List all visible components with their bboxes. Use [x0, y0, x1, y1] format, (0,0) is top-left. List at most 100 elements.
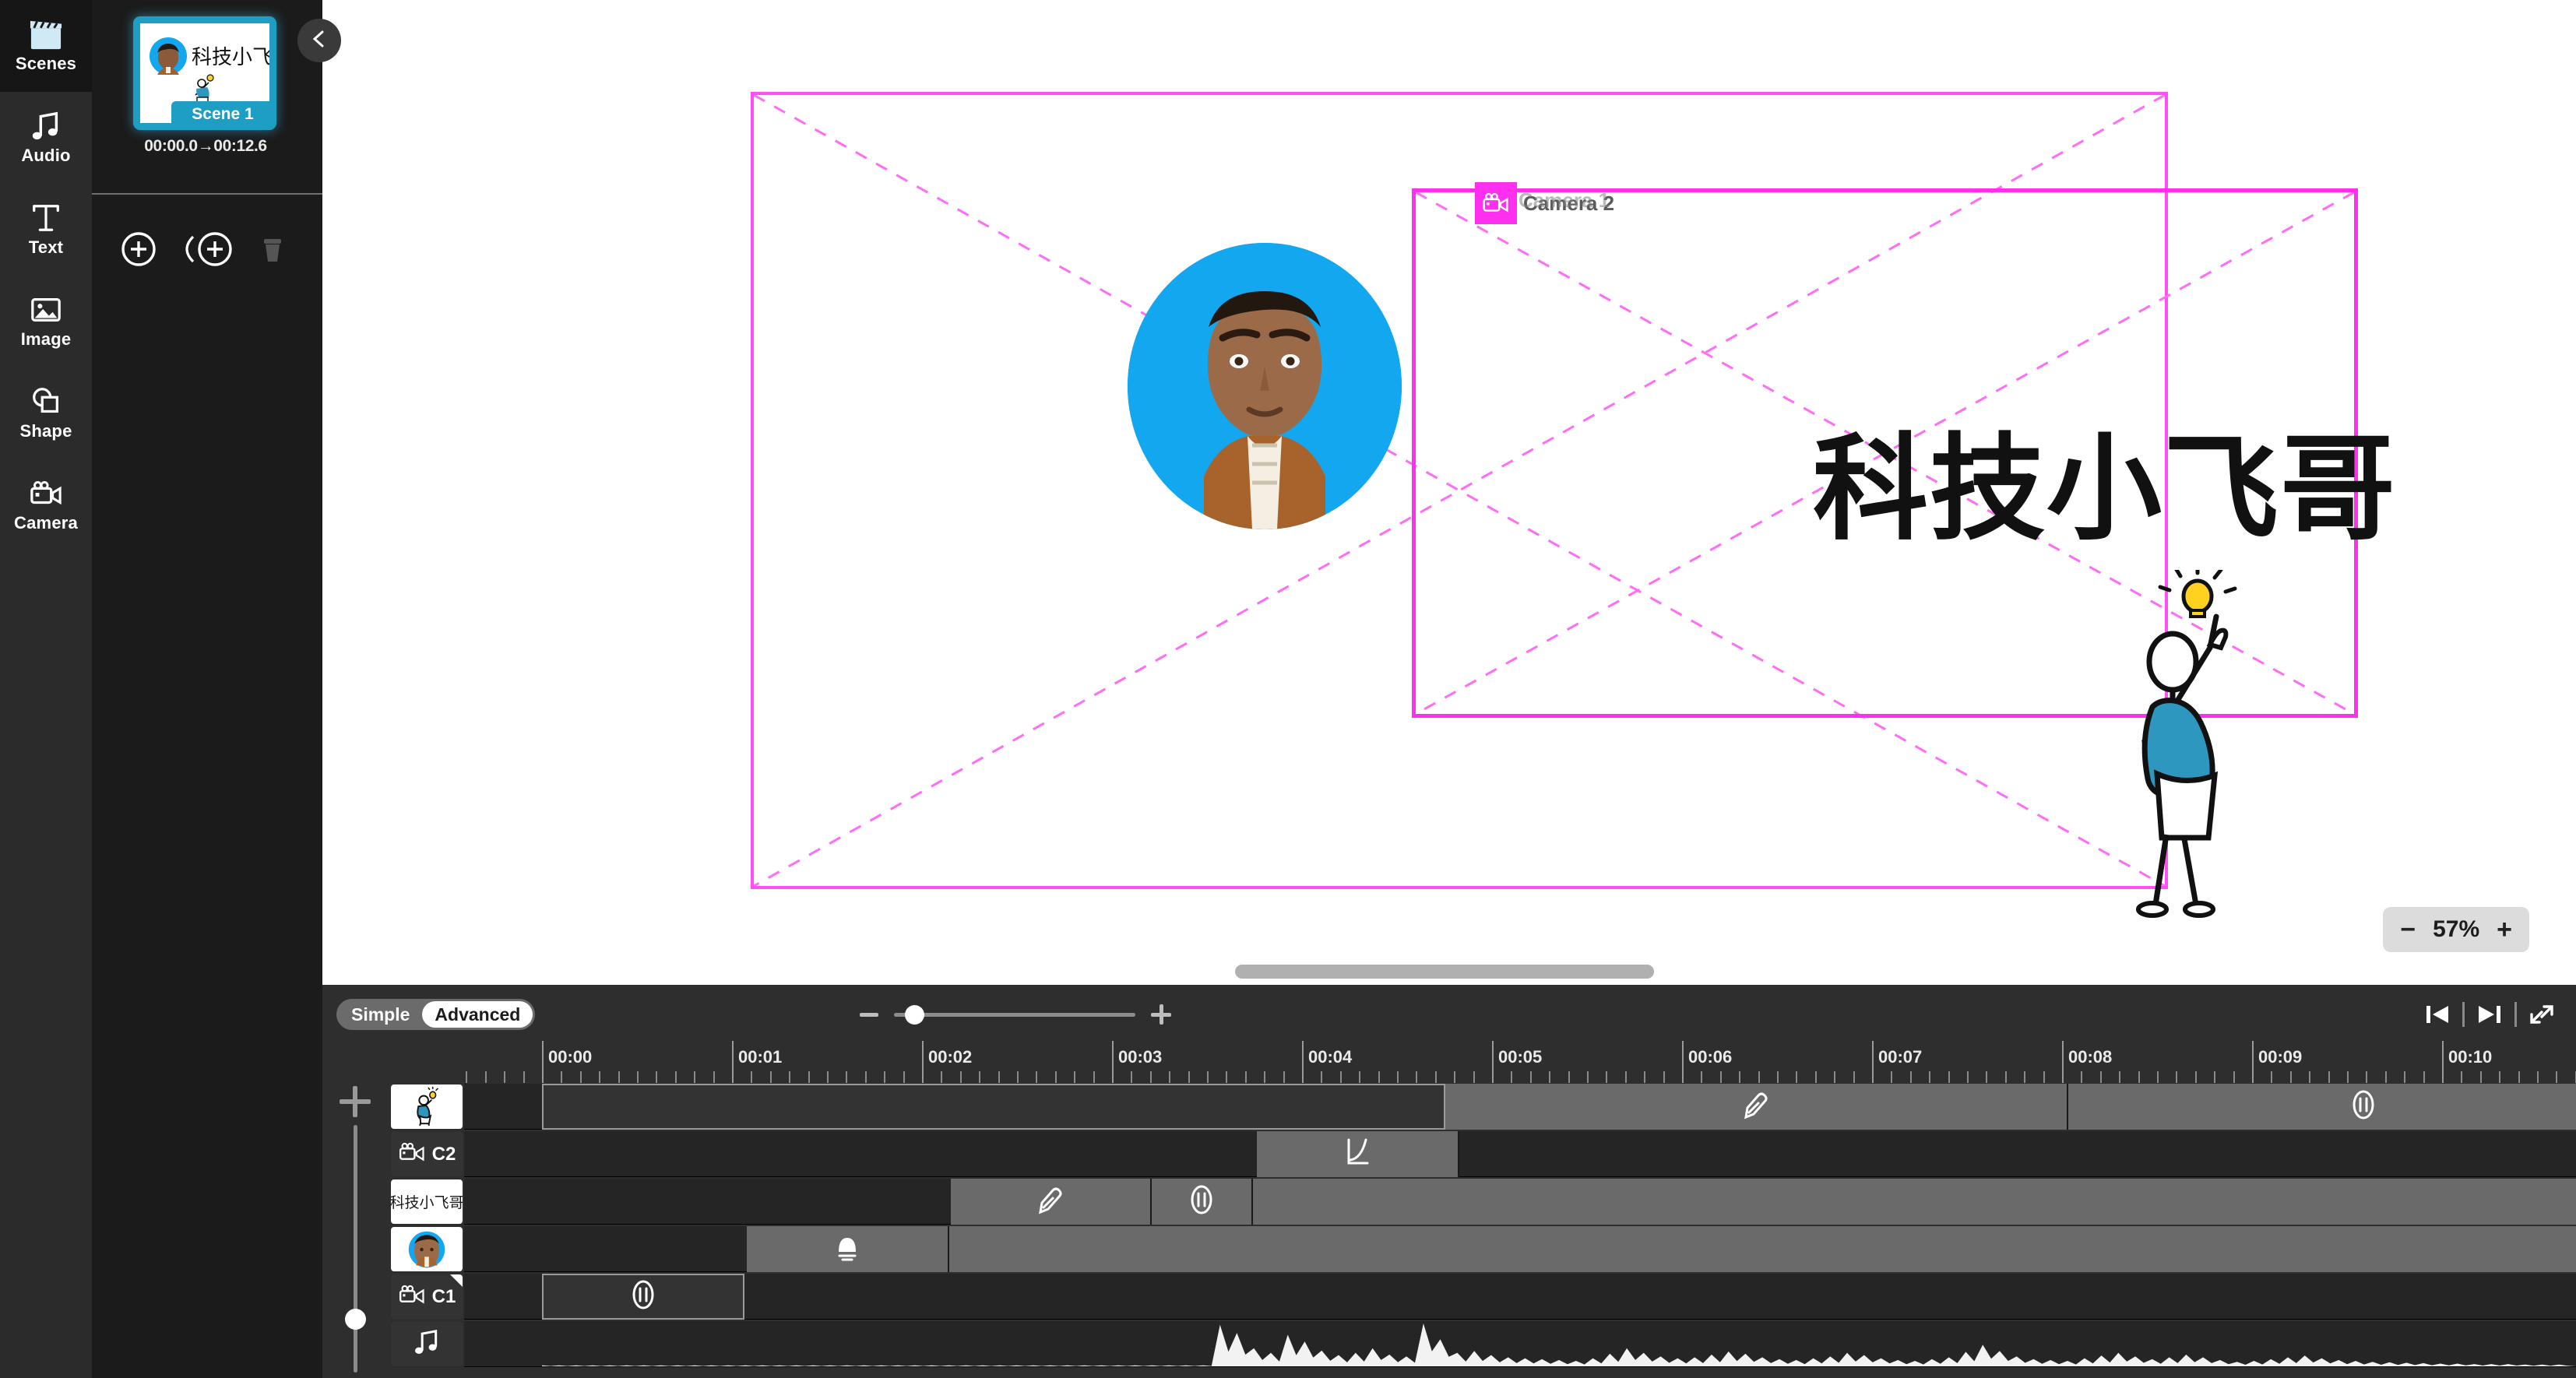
track-text-title-lane[interactable]	[464, 1179, 2576, 1225]
ruler-major-tick	[1112, 1041, 1114, 1083]
scene-card[interactable]: 科技小飞哥 Scene 1	[135, 19, 274, 128]
skip-to-start-button[interactable]	[2420, 999, 2455, 1030]
timeline-clip[interactable]	[951, 1179, 1152, 1225]
audio-waveform[interactable]	[464, 1321, 2576, 1366]
canvas-stage[interactable]: Camera 1 Camera 2 科技小飞哥 − 57% +	[322, 0, 2576, 985]
canvas-scrollbar-thumb[interactable]	[1235, 965, 1654, 979]
video-editor-window: Scenes Audio Text Image Shape Camera 科技小…	[0, 0, 2576, 1378]
rail-item-label: Camera	[14, 513, 78, 533]
track-avatar-image-lane[interactable]	[464, 1226, 2576, 1272]
ruler-minor-tick	[2081, 1071, 2083, 1083]
rail-item-audio[interactable]: Audio	[0, 92, 92, 184]
timeline-zoom-track[interactable]	[894, 1004, 1135, 1025]
canvas-zoom-control[interactable]: − 57% +	[2383, 907, 2529, 952]
pause-icon	[1188, 1184, 1215, 1219]
camera-2-label-tag[interactable]: Camera 1 Camera 2	[1475, 182, 1614, 224]
page-title[interactable]: 科技小飞哥	[1813, 395, 2397, 562]
timeline-clip[interactable]	[542, 1274, 744, 1320]
ruler-major-tick	[922, 1041, 924, 1083]
track-camera-c2-lane[interactable]	[464, 1131, 2576, 1177]
ruler-major-tick	[1492, 1041, 1494, 1083]
chevron-left-icon	[308, 28, 330, 54]
track-stick-figure-header[interactable]	[391, 1084, 463, 1129]
timeline-clip[interactable]	[747, 1226, 949, 1272]
track-camera-c1-lane[interactable]	[464, 1274, 2576, 1320]
ruler-tick-label: 00:00	[548, 1047, 593, 1067]
ruler-minor-tick	[579, 1071, 582, 1083]
track-avatar-image-header[interactable]	[391, 1227, 463, 1271]
timeline-zoom-thumb[interactable]	[905, 1004, 924, 1025]
ruler-minor-tick	[2157, 1071, 2159, 1083]
ruler-minor-tick	[1909, 1071, 1912, 1083]
ruler-major-tick	[542, 1041, 544, 1083]
video-camera-icon	[28, 477, 64, 510]
expand-timeline-button[interactable]	[2525, 999, 2559, 1030]
ruler-minor-tick	[979, 1071, 981, 1083]
duplicate-scene-button[interactable]	[184, 227, 232, 271]
track-audio-header[interactable]	[391, 1322, 463, 1366]
skip-to-end-button[interactable]	[2472, 999, 2507, 1030]
add-scene-button[interactable]	[117, 227, 160, 271]
rail-item-image[interactable]: Image	[0, 276, 92, 367]
ruler-minor-tick	[2499, 1071, 2501, 1083]
ruler-minor-tick	[2347, 1071, 2349, 1083]
timeline-clip[interactable]	[1445, 1084, 2068, 1130]
music-note-icon	[28, 110, 64, 142]
stick-figure-idea[interactable]	[2109, 561, 2311, 920]
ruler-minor-tick	[1967, 1071, 1969, 1083]
ruler-minor-tick	[1131, 1071, 1133, 1083]
timeline-zoom-in-button[interactable]	[1151, 1004, 1171, 1025]
ruler-minor-tick	[1624, 1071, 1627, 1083]
ruler-minor-tick	[2194, 1071, 2197, 1083]
ruler-minor-tick	[523, 1071, 525, 1083]
ruler-minor-tick	[2384, 1071, 2387, 1083]
timeline-clip[interactable]	[1257, 1131, 1459, 1177]
rail-item-label: Text	[28, 237, 64, 257]
ruler-minor-tick	[1226, 1071, 1228, 1083]
ruler-major-tick	[1302, 1041, 1304, 1083]
timeline-zoom-slider[interactable]	[860, 999, 1171, 1030]
mode-option-simple[interactable]: Simple	[339, 1001, 422, 1028]
timeline-clip[interactable]	[949, 1226, 2576, 1272]
zoom-out-button[interactable]: −	[2400, 916, 2416, 943]
rail-item-scenes[interactable]: Scenes	[0, 0, 92, 92]
rail-item-text[interactable]: Text	[0, 184, 92, 276]
ruler-minor-tick	[466, 1071, 468, 1083]
ruler-minor-tick	[2233, 1071, 2235, 1083]
zoom-in-button[interactable]: +	[2497, 916, 2512, 943]
track-audio-lane[interactable]	[464, 1321, 2576, 1367]
ruler-minor-tick	[2214, 1071, 2216, 1083]
timeline-clip[interactable]	[1253, 1179, 2576, 1225]
collapse-panel-button[interactable]	[297, 19, 341, 62]
ruler-minor-tick	[1606, 1071, 1608, 1083]
track-text-title-header[interactable]: 科技小飞哥	[391, 1179, 463, 1224]
timeline-nav-buttons	[2420, 999, 2559, 1030]
pause-icon	[630, 1279, 656, 1314]
ruler-minor-tick	[2176, 1071, 2178, 1083]
timeline-mode-toggle[interactable]: Simple Advanced	[336, 999, 536, 1030]
timeline-toolbar: Simple Advanced	[322, 985, 2576, 1041]
ruler-minor-tick	[2004, 1071, 2007, 1083]
timeline-zoom-out-button[interactable]	[860, 1012, 878, 1017]
nav-divider	[2462, 1002, 2465, 1027]
timeline-clip[interactable]	[1152, 1179, 1253, 1225]
track-camera-c2-header[interactable]: C2	[391, 1132, 463, 1176]
scene-list: 科技小飞哥 Scene 1	[92, 0, 322, 193]
delete-scene-button[interactable]	[251, 227, 294, 271]
music-note-icon	[411, 1327, 442, 1361]
pause-icon	[2350, 1089, 2377, 1124]
timeline-clip[interactable]	[542, 1084, 1445, 1130]
ruler-minor-tick	[789, 1071, 791, 1083]
mode-option-advanced[interactable]: Advanced	[422, 1001, 533, 1028]
rail-item-shape[interactable]: Shape	[0, 367, 92, 459]
track-camera-c1-header[interactable]: C1	[391, 1274, 463, 1319]
rail-item-camera[interactable]: Camera	[0, 459, 92, 551]
ruler-tick-label: 00:06	[1688, 1047, 1733, 1067]
ruler-minor-tick	[1986, 1071, 1988, 1083]
timeline-ruler[interactable]: 00:00 00:01 00:02 00:03 00:04 00:05 00:06 00:07…	[322, 1041, 2576, 1083]
track-stick-figure-lane[interactable]	[464, 1084, 2576, 1130]
ruler-minor-tick	[1434, 1071, 1437, 1083]
avatar[interactable]	[1128, 243, 1402, 529]
ruler-minor-tick	[1511, 1071, 1513, 1083]
timeline-clip[interactable]	[2068, 1084, 2576, 1130]
